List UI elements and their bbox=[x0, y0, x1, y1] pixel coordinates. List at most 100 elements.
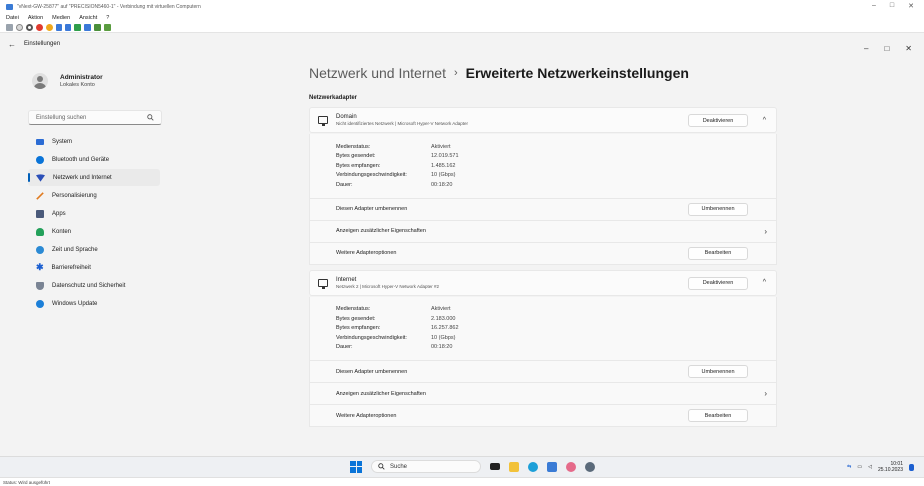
start-vm-icon[interactable] bbox=[16, 23, 23, 31]
detail-value: Aktiviert bbox=[431, 143, 451, 150]
settings-app-title: Einstellungen bbox=[24, 41, 61, 47]
clock[interactable]: 10:01 25.10.2023 bbox=[878, 461, 903, 473]
rename-button[interactable]: Umbenennen bbox=[688, 365, 748, 378]
network-app-icon[interactable] bbox=[566, 461, 576, 472]
network-adapter-icon bbox=[318, 116, 328, 126]
chevron-up-icon[interactable]: ^ bbox=[763, 279, 766, 286]
sidebar-item-network[interactable]: Netzwerk und Internet bbox=[28, 169, 160, 186]
monitor-icon bbox=[36, 138, 44, 145]
sidebar-item-windows-update[interactable]: Windows Update bbox=[28, 295, 160, 312]
taskbar-center: Suche bbox=[350, 460, 595, 473]
adapter-domain-details: Medienstatus: Aktiviert Bytes gesendet: 12… bbox=[309, 134, 777, 199]
resume-icon[interactable] bbox=[65, 23, 71, 31]
user-profile[interactable]: Administrator Lokales Konto bbox=[32, 73, 103, 89]
vm-minimize-button[interactable]: – bbox=[872, 2, 876, 10]
monitor-tray-icon[interactable]: ▭ bbox=[857, 464, 862, 470]
shutdown-icon[interactable] bbox=[36, 23, 43, 31]
detail-row: Bytes empfangen: 16.257.862 bbox=[336, 324, 776, 334]
vm-close-button[interactable]: ✕ bbox=[908, 2, 914, 10]
sidebar-item-label: Personalisierung bbox=[52, 192, 97, 199]
ctrl-alt-del-icon[interactable] bbox=[6, 23, 13, 31]
notification-icon[interactable] bbox=[909, 463, 914, 471]
chevron-up-icon[interactable]: ^ bbox=[763, 117, 766, 124]
edit-button[interactable]: Bearbeiten bbox=[688, 409, 748, 422]
additional-properties-row[interactable]: Anzeigen zusätzlicher Eigenschaften › bbox=[309, 383, 777, 405]
sidebar-item-personalization[interactable]: Personalisierung bbox=[28, 187, 160, 204]
more-adapter-options-row: Weitere Adapteroptionen Bearbeiten bbox=[309, 242, 777, 265]
detail-label: Bytes empfangen: bbox=[336, 325, 381, 332]
menu-ansicht[interactable]: Ansicht bbox=[79, 15, 97, 21]
vm-title-bar: "vNext-GW-25877" auf "PRECISION5460-1" -… bbox=[0, 0, 924, 13]
detail-label: Verbindungsgeschwindigkeit: bbox=[336, 172, 407, 179]
checkpoint-icon[interactable] bbox=[74, 23, 81, 31]
adapter-internet-header[interactable]: Internet Netzwerk 2 | Microsoft Hyper-V … bbox=[309, 269, 777, 296]
sidebar-item-apps[interactable]: Apps bbox=[28, 205, 160, 222]
enhanced-session-icon[interactable] bbox=[94, 23, 101, 31]
menu-help[interactable]: ? bbox=[106, 15, 109, 21]
adapter-domain-header[interactable]: Domain Nicht identifiziertes Netzwerk | … bbox=[309, 107, 777, 133]
clock-date: 25.10.2023 bbox=[877, 467, 903, 473]
adapter-name: Internet bbox=[336, 276, 357, 283]
taskbar-search[interactable]: Suche bbox=[371, 460, 481, 473]
breadcrumb-parent[interactable]: Netzwerk und Internet bbox=[309, 65, 446, 81]
menu-datei[interactable]: Datei bbox=[6, 15, 19, 21]
sidebar-item-bluetooth[interactable]: Bluetooth und Geräte bbox=[28, 151, 160, 168]
edit-button[interactable]: Bearbeiten bbox=[688, 246, 748, 260]
minimize-button[interactable]: – bbox=[864, 44, 868, 53]
sidebar-item-privacy[interactable]: Datenschutz und Sicherheit bbox=[28, 277, 160, 294]
file-explorer-icon[interactable] bbox=[509, 461, 519, 472]
detail-value: 00:18:20 bbox=[431, 344, 453, 351]
detail-row: Dauer: 00:18:20 bbox=[336, 180, 776, 190]
save-state-icon[interactable] bbox=[46, 23, 53, 31]
sidebar-item-label: Barrierefreiheit bbox=[51, 264, 91, 271]
menu-aktion[interactable]: Aktion bbox=[28, 15, 43, 21]
detail-label: Bytes gesendet: bbox=[336, 153, 376, 160]
menu-medien[interactable]: Medien bbox=[52, 15, 70, 21]
sidebar-nav: System Bluetooth und Geräte Netzwerk und… bbox=[28, 133, 160, 313]
pause-icon[interactable] bbox=[56, 23, 62, 31]
close-button[interactable]: ✕ bbox=[905, 44, 912, 53]
speaker-icon[interactable]: ◁ bbox=[868, 464, 872, 470]
back-arrow-icon[interactable]: ← bbox=[8, 40, 16, 49]
sidebar-item-system[interactable]: System bbox=[28, 133, 160, 150]
maximize-button[interactable]: □ bbox=[884, 44, 889, 53]
accessibility-icon: ✱ bbox=[36, 262, 44, 272]
settings-header: ← Einstellungen bbox=[0, 33, 924, 55]
vm-maximize-button[interactable]: □ bbox=[890, 2, 894, 10]
server-manager-icon[interactable] bbox=[547, 461, 557, 472]
search-icon bbox=[147, 114, 154, 121]
sidebar-item-label: Bluetooth und Geräte bbox=[52, 156, 110, 163]
detail-label: Verbindungsgeschwindigkeit: bbox=[336, 334, 407, 341]
update-icon bbox=[36, 299, 44, 308]
deactivate-button[interactable]: Deaktivieren bbox=[688, 114, 748, 127]
sidebar-item-time-language[interactable]: Zeit und Sprache bbox=[28, 241, 160, 258]
task-view-icon[interactable] bbox=[490, 463, 500, 470]
network-tray-icon[interactable]: ⇆ bbox=[847, 464, 851, 470]
sidebar-item-accounts[interactable]: Konten bbox=[28, 223, 160, 240]
share-icon[interactable] bbox=[104, 23, 111, 31]
status-text: Status: Wird ausgeführt bbox=[3, 479, 51, 485]
adapter-name: Domain bbox=[336, 114, 357, 120]
brush-icon bbox=[36, 191, 44, 200]
revert-icon[interactable] bbox=[84, 23, 91, 31]
detail-value: 10 (Gbps) bbox=[431, 172, 456, 179]
edge-icon[interactable] bbox=[528, 461, 538, 472]
sidebar-item-label: Apps bbox=[52, 210, 66, 217]
rename-button[interactable]: Umbenennen bbox=[688, 202, 748, 216]
settings-gear-icon[interactable] bbox=[585, 461, 595, 472]
sidebar-item-accessibility[interactable]: ✱ Barrierefreiheit bbox=[28, 259, 160, 276]
profile-subtitle: Lokales Konto bbox=[60, 82, 95, 88]
more-adapter-options-row: Weitere Adapteroptionen Bearbeiten bbox=[309, 405, 777, 427]
settings-search-input[interactable]: Einstellung suchen bbox=[28, 110, 162, 125]
detail-row: Verbindungsgeschwindigkeit: 10 (Gbps) bbox=[336, 333, 776, 343]
start-icon[interactable] bbox=[350, 460, 362, 473]
turn-off-icon[interactable] bbox=[26, 23, 33, 31]
rename-adapter-row: Diesen Adapter umbenennen Umbenennen bbox=[309, 361, 777, 383]
vm-toolbar bbox=[0, 22, 924, 33]
detail-label: Dauer: bbox=[336, 344, 353, 351]
search-placeholder: Einstellung suchen bbox=[36, 114, 87, 121]
detail-value: 10 (Gbps) bbox=[431, 334, 456, 341]
deactivate-button[interactable]: Deaktivieren bbox=[688, 276, 748, 290]
additional-properties-row[interactable]: Anzeigen zusätzlicher Eigenschaften › bbox=[309, 220, 777, 243]
more-options-label: Weitere Adapteroptionen bbox=[336, 250, 397, 256]
